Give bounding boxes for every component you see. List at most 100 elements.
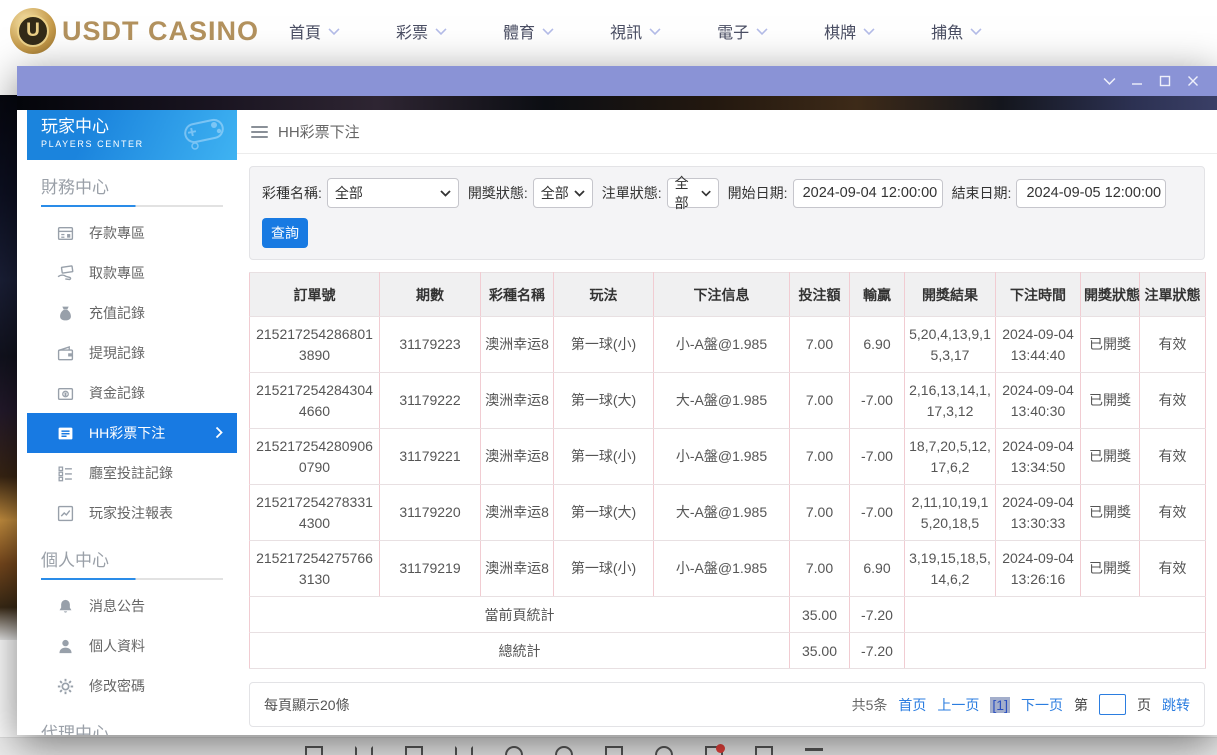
sidebar-item-label: 修改密碼	[89, 676, 145, 696]
table-cell: 已開獎	[1081, 429, 1140, 485]
prev-page-link[interactable]: 上一页	[937, 695, 979, 715]
order-status-select[interactable]: 全部	[667, 178, 719, 208]
sidebar-item-廳室投註記錄[interactable]: 廳室投註記錄	[27, 453, 237, 493]
table-cell: 31179219	[380, 541, 481, 597]
lottery-name-select[interactable]: 全部	[327, 178, 459, 208]
table-row: 215217254275766313031179219澳洲幸运8第一球(小)小-…	[250, 541, 1206, 597]
start-date-input[interactable]: 2024-09-04 12:00:00	[793, 179, 943, 208]
table-cell: 有效	[1140, 373, 1206, 429]
table-cell: 第一球(小)	[554, 541, 654, 597]
chevron-down-window-button[interactable]	[1095, 69, 1123, 93]
recharge-record-icon	[57, 305, 74, 322]
table-cell: 7.00	[790, 541, 850, 597]
table-row: 215217254284304466031179222澳洲幸运8第一球(大)大-…	[250, 373, 1206, 429]
table-cell: 2024-09-04 13:44:40	[996, 317, 1081, 373]
funds-record-icon	[57, 385, 74, 402]
bookmark-taskbar-icon[interactable]	[755, 746, 773, 755]
sidebar-item-label: 充值記錄	[89, 303, 145, 323]
nav-item-1[interactable]: 首頁	[289, 9, 340, 53]
brand-logo[interactable]: U USDT CASINO	[10, 8, 259, 54]
table-cell: 第一球(小)	[554, 429, 654, 485]
table-cell: 第一球(大)	[554, 485, 654, 541]
sidebar-item-玩家投注報表[interactable]: 玩家投注報表	[27, 493, 237, 533]
chevron-right-icon	[215, 426, 223, 442]
sidebar-item-取款專區[interactable]: 取款專區	[27, 253, 237, 293]
record-red-dot-taskbar-icon[interactable]	[705, 746, 723, 755]
sidebar-item-存款專區[interactable]: 存款專區	[27, 213, 237, 253]
table-cell: 31179220	[380, 485, 481, 541]
column-header: 下注時間	[996, 273, 1081, 317]
password-icon	[57, 678, 74, 695]
page-size-text: 每頁顯示20條	[264, 695, 350, 715]
maximize-window-button[interactable]	[1151, 69, 1179, 93]
search-button[interactable]: 查詢	[262, 218, 308, 248]
sidebar-item-資金記錄[interactable]: 資金記錄	[27, 373, 237, 413]
column-header: 開獎狀態	[1081, 273, 1140, 317]
minus-taskbar-icon[interactable]	[805, 748, 823, 755]
person-taskbar-icon[interactable]	[655, 746, 673, 755]
table-cell: 澳洲幸运8	[481, 317, 554, 373]
gamepad-icon	[181, 116, 227, 150]
chevron-down-icon	[970, 22, 982, 40]
page-number-input[interactable]	[1099, 694, 1126, 715]
draw-status-select[interactable]: 全部	[533, 178, 593, 208]
nav-items: 首頁 彩票 體育 視訊 電子 棋牌 捕魚	[289, 9, 1038, 53]
table-cell: 2152172542757663130	[250, 541, 380, 597]
nav-item-5[interactable]: 電子	[717, 9, 768, 53]
menu-toggle-icon[interactable]	[251, 126, 268, 138]
table-cell: 2152172542868013890	[250, 317, 380, 373]
lottery-name-label: 彩種名稱:	[262, 183, 322, 203]
chevron-down-icon	[756, 22, 768, 40]
brackets-taskbar-icon[interactable]	[355, 746, 373, 755]
sidebar-item-修改密碼[interactable]: 修改密碼	[27, 666, 237, 706]
nav-item-3[interactable]: 體育	[503, 9, 554, 53]
brackets-taskbar-icon[interactable]	[455, 746, 473, 755]
document-taskbar-icon[interactable]	[405, 746, 423, 755]
report-icon	[57, 505, 74, 522]
sidebar-header: 玩家中心 PLAYERS CENTER	[27, 110, 237, 160]
table-cell: 7.00	[790, 485, 850, 541]
table-cell: 小-A盤@1.985	[654, 541, 790, 597]
table-cell: 有效	[1140, 485, 1206, 541]
jump-prefix-label: 第	[1074, 695, 1088, 715]
nav-item-2[interactable]: 彩票	[396, 9, 447, 53]
total-count-text: 共5条	[852, 695, 888, 715]
monitor-taskbar-icon[interactable]	[305, 746, 323, 755]
table-cell: 31179222	[380, 373, 481, 429]
sidebar-item-消息公告[interactable]: 消息公告	[27, 586, 237, 626]
table-cell: 7.00	[790, 429, 850, 485]
table-cell: 小-A盤@1.985	[654, 429, 790, 485]
sidebar-item-label: 提現記錄	[89, 343, 145, 363]
nav-item-6[interactable]: 棋牌	[824, 9, 875, 53]
next-page-link[interactable]: 下一页	[1021, 695, 1063, 715]
table-cell: 大-A盤@1.985	[654, 485, 790, 541]
table-cell: 大-A盤@1.985	[654, 373, 790, 429]
end-date-input[interactable]: 2024-09-05 12:00:00	[1016, 179, 1166, 208]
coin-letter: U	[17, 15, 49, 47]
summary-empty-cell	[905, 633, 1206, 669]
nav-item-label: 棋牌	[824, 19, 856, 43]
window-taskbar-icon[interactable]	[605, 746, 623, 755]
minimize-window-button[interactable]	[1123, 69, 1151, 93]
chevron-down-icon	[542, 22, 554, 40]
table-cell: 6.90	[850, 317, 905, 373]
top-navbar: U USDT CASINO 首頁 彩票 體育 視訊 電子 棋牌 捕魚	[0, 0, 1217, 62]
jump-button[interactable]: 跳转	[1162, 695, 1190, 715]
close-window-button[interactable]	[1179, 69, 1207, 93]
chevron-down-icon	[574, 190, 585, 197]
target-taskbar-icon[interactable]	[555, 746, 573, 755]
sidebar-item-HH彩票下注[interactable]: HH彩票下注	[27, 413, 237, 453]
nav-item-4[interactable]: 視訊	[610, 9, 661, 53]
sidebar-item-充值記錄[interactable]: 充值記錄	[27, 293, 237, 333]
sidebar-item-個人資料[interactable]: 個人資料	[27, 626, 237, 666]
summary-empty-cell	[905, 597, 1206, 633]
first-page-link[interactable]: 首页	[898, 695, 926, 715]
background-toolbar-icons	[0, 738, 1217, 755]
window-banner-band	[17, 96, 1217, 110]
clock-taskbar-icon[interactable]	[505, 746, 523, 755]
sidebar-item-提現記錄[interactable]: 提現記錄	[27, 333, 237, 373]
table-cell: 18,7,20,5,12,17,6,2	[905, 429, 996, 485]
column-header: 訂單號	[250, 273, 380, 317]
nav-item-7[interactable]: 捕魚	[931, 9, 982, 53]
sidebar-section-title: 代理中心	[27, 706, 237, 735]
